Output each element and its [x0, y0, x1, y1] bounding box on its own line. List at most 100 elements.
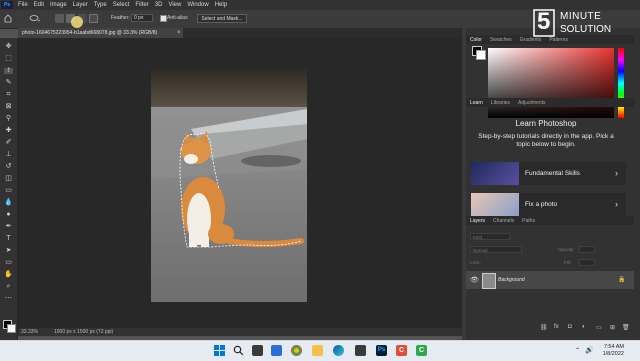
- tray-chevron-icon[interactable]: ⌃: [575, 347, 580, 354]
- menu-filter[interactable]: Filter: [132, 2, 151, 8]
- start-icon[interactable]: [214, 345, 225, 356]
- menu-image[interactable]: Image: [47, 2, 70, 8]
- color-picker-field[interactable]: [488, 48, 614, 118]
- clone-stamp-icon[interactable]: ⊥: [4, 151, 13, 158]
- tutorial-thumbnail: [471, 193, 519, 216]
- eyedropper-tool-icon[interactable]: ⚲: [4, 115, 13, 122]
- tab-color[interactable]: Color: [466, 37, 486, 43]
- path-select-icon[interactable]: ➤: [4, 247, 13, 254]
- menu-help[interactable]: Help: [212, 2, 230, 8]
- antialias-checkbox[interactable]: [160, 15, 167, 22]
- healing-brush-icon[interactable]: ✚: [4, 127, 13, 134]
- tab-layers[interactable]: Layers: [466, 218, 489, 224]
- color-bg-swatch[interactable]: [476, 50, 486, 60]
- app-c-red-icon[interactable]: C: [396, 345, 407, 356]
- watermark-logo: 5 MINUTE SOLUTION: [533, 8, 630, 37]
- type-tool-icon[interactable]: T: [4, 235, 13, 242]
- move-tool-icon[interactable]: ✥: [4, 43, 13, 50]
- lasso-tool-icon[interactable]: ℓ: [4, 67, 13, 74]
- more-tools-icon[interactable]: ⋯: [4, 295, 13, 302]
- mask-icon[interactable]: ◘: [568, 324, 572, 330]
- menu-window[interactable]: Window: [184, 2, 211, 8]
- clock[interactable]: 7:54 AM 1/8/2022: [603, 344, 624, 358]
- tab-gradients[interactable]: Gradients: [516, 37, 546, 43]
- frame-tool-icon[interactable]: ⊠: [4, 103, 13, 110]
- widgets-icon[interactable]: [271, 345, 282, 356]
- document-image[interactable]: [151, 69, 307, 302]
- layer-row[interactable]: 👁 Background 🔒: [466, 271, 634, 289]
- volume-icon[interactable]: 🔊: [585, 346, 594, 354]
- tools-panel: ✥ ⬚ ℓ ✎ ⌗ ⊠ ⚲ ✚ ✐ ⊥ ↺ ◫ ▭ 💧 ● ✒ T ➤ ▭ ✋ …: [0, 38, 18, 340]
- gradient-tool-icon[interactable]: ▭: [4, 187, 13, 194]
- task-view-icon[interactable]: [252, 345, 263, 356]
- tab-swatches[interactable]: Swatches: [486, 37, 516, 43]
- menu-type[interactable]: Type: [91, 2, 110, 8]
- tab-libraries[interactable]: Libraries: [487, 100, 514, 106]
- lasso-tool-preset-icon[interactable]: [29, 14, 41, 23]
- quick-select-tool-icon[interactable]: ✎: [4, 79, 13, 86]
- pen-tool-icon[interactable]: ✒: [4, 223, 13, 230]
- intersect-selection-icon[interactable]: [89, 14, 98, 23]
- search-icon[interactable]: [233, 345, 244, 356]
- background-color-swatch[interactable]: [7, 324, 16, 333]
- layer-name[interactable]: Background: [498, 277, 525, 283]
- layer-kind-filter[interactable]: Kind: [470, 233, 510, 240]
- menu-3d[interactable]: 3D: [152, 2, 166, 8]
- status-bar: 33.33% 1000 px x 1500 px (72 ppi): [18, 328, 462, 336]
- tutorial-fix-a-photo[interactable]: Fix a photo ›: [471, 193, 626, 216]
- crop-tool-icon[interactable]: ⌗: [4, 91, 13, 98]
- learn-panel-tabs: Learn Libraries Adjustments: [466, 98, 634, 107]
- photoshop-taskbar-icon[interactable]: Ps: [376, 345, 387, 356]
- eraser-tool-icon[interactable]: ◫: [4, 175, 13, 182]
- fill-input[interactable]: [579, 259, 595, 266]
- menu-layer[interactable]: Layer: [70, 2, 91, 8]
- tab-patterns[interactable]: Patterns: [545, 37, 572, 43]
- layers-footer: ⛓ fx ◘ ◐ ▭ ⊞ 🗑: [540, 324, 630, 332]
- tab-adjustments[interactable]: Adjustments: [514, 100, 550, 106]
- rectangle-tool-icon[interactable]: ▭: [4, 259, 13, 266]
- blur-tool-icon[interactable]: 💧: [4, 199, 13, 206]
- zoom-level[interactable]: 33.33%: [21, 329, 38, 335]
- chrome-icon[interactable]: [291, 345, 302, 356]
- fx-icon[interactable]: fx: [554, 324, 559, 330]
- home-icon[interactable]: [4, 14, 12, 23]
- select-and-mask-button[interactable]: Select and Mask...: [197, 14, 247, 23]
- document-tab[interactable]: photo-1604675223954-b1aabd668078.jpg @ 3…: [18, 28, 183, 38]
- feather-input[interactable]: 0 px: [131, 14, 153, 22]
- layers-panel-tabs: Layers Channels Paths: [466, 216, 634, 225]
- file-explorer-icon[interactable]: [312, 345, 323, 356]
- close-tab-icon[interactable]: ×: [177, 28, 181, 38]
- tab-learn[interactable]: Learn: [466, 100, 487, 106]
- group-icon[interactable]: ▭: [596, 324, 602, 331]
- tab-paths[interactable]: Paths: [518, 218, 539, 224]
- windows-taskbar: Ps C C ⌃ 🔊 7:54 AM 1/8/2022: [0, 340, 640, 361]
- menu-file[interactable]: File: [15, 2, 31, 8]
- edge-icon[interactable]: [333, 345, 344, 356]
- new-layer-icon[interactable]: ⊞: [610, 324, 615, 331]
- hue-slider[interactable]: [618, 48, 624, 118]
- history-brush-icon[interactable]: ↺: [4, 163, 13, 170]
- opacity-label: Opacity:: [558, 247, 575, 252]
- marquee-tool-icon[interactable]: ⬚: [4, 55, 13, 62]
- tab-channels[interactable]: Channels: [489, 218, 518, 224]
- zoom-tool-icon[interactable]: ⌕: [4, 283, 13, 290]
- eye-icon[interactable]: 👁: [470, 276, 479, 284]
- tutorial-fundamental-skills[interactable]: Fundamental Skills ›: [471, 162, 626, 185]
- adjustment-layer-icon[interactable]: ◐: [582, 324, 586, 330]
- new-selection-icon[interactable]: [55, 14, 64, 23]
- link-layers-icon[interactable]: ⛓: [540, 324, 548, 331]
- learn-title: Learn Photoshop: [515, 119, 577, 128]
- cursor-highlight: [71, 16, 83, 28]
- store-icon[interactable]: [355, 345, 366, 356]
- watermark-line1: MINUTE: [560, 11, 602, 22]
- app-c-green-icon[interactable]: C: [416, 345, 427, 356]
- menu-view[interactable]: View: [165, 2, 184, 8]
- dodge-tool-icon[interactable]: ●: [4, 211, 13, 218]
- opacity-input[interactable]: [579, 246, 595, 253]
- trash-icon[interactable]: 🗑: [622, 324, 630, 331]
- brush-tool-icon[interactable]: ✐: [4, 139, 13, 146]
- menu-select[interactable]: Select: [110, 2, 133, 8]
- menu-edit[interactable]: Edit: [31, 2, 47, 8]
- hand-tool-icon[interactable]: ✋: [4, 271, 13, 278]
- blend-mode-select[interactable]: Normal: [470, 246, 522, 253]
